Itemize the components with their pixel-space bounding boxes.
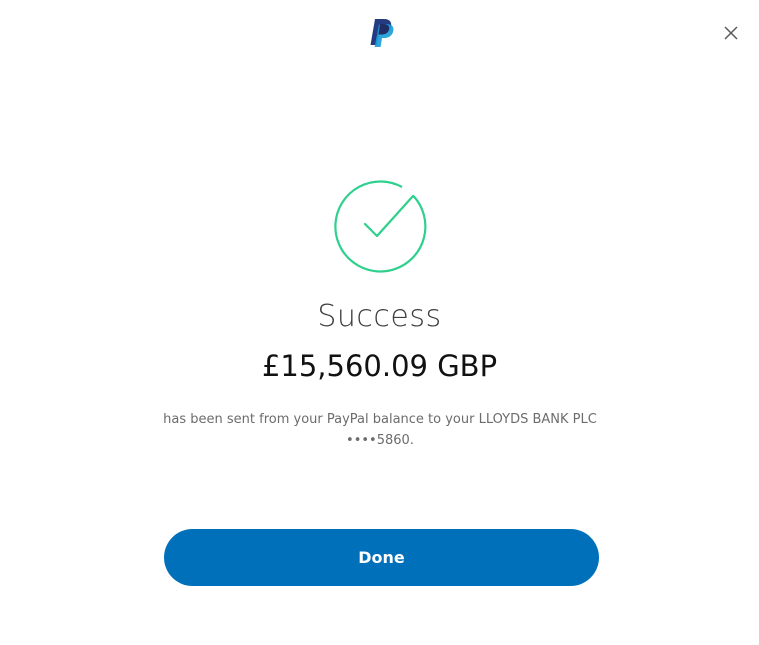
transfer-message-line2: ••••5860. [346,433,414,448]
success-title: Success [317,299,442,334]
check-circle-icon [334,180,427,273]
paypal-logo [366,17,398,49]
transfer-message-line1: has been sent from your PayPal balance t… [163,412,597,427]
transfer-amount: £15,560.09 GBP [261,349,498,383]
success-check [325,174,427,274]
close-icon [724,26,738,40]
done-button[interactable]: Done [164,529,599,586]
transfer-message: has been sent from your PayPal balance t… [160,409,600,451]
close-button[interactable] [718,20,744,46]
paypal-logo-icon [370,19,394,47]
